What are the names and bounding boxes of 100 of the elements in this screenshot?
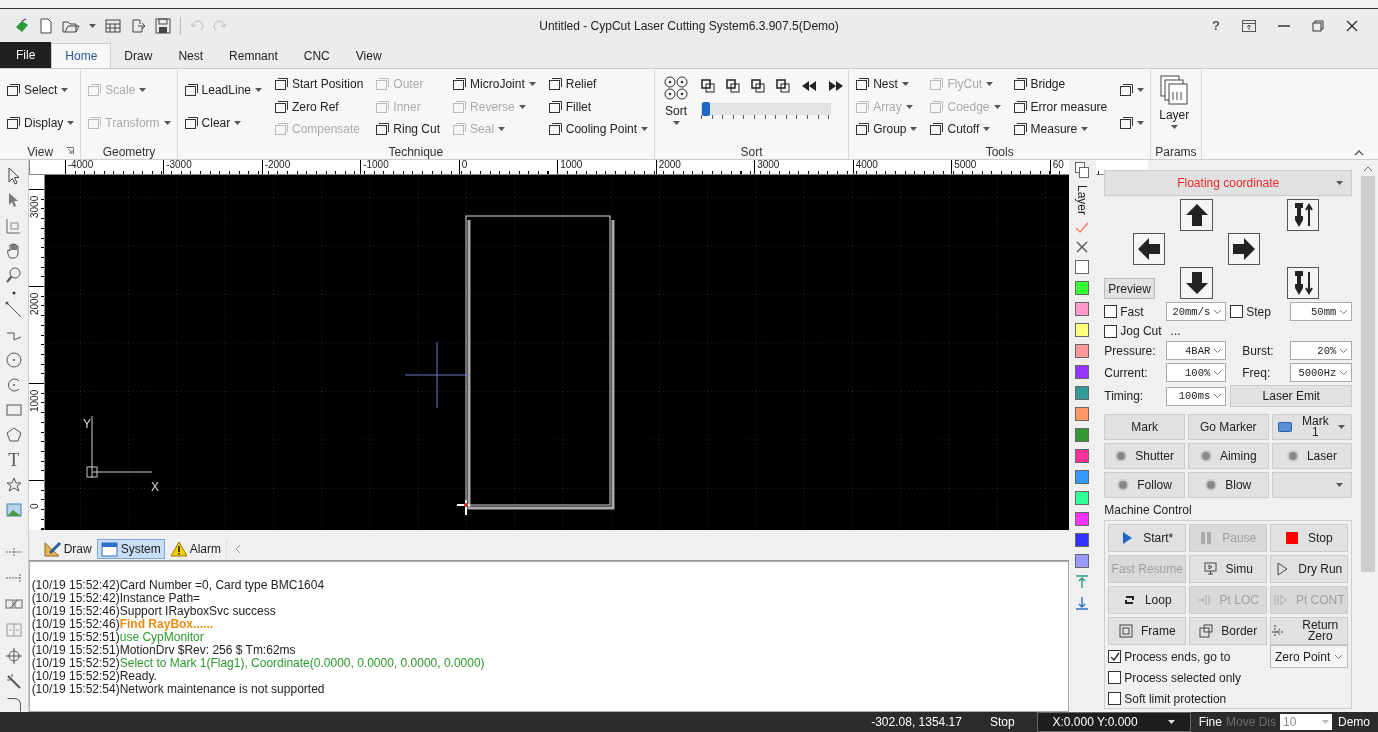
machine-control-button[interactable]: Dry Run bbox=[1270, 555, 1349, 583]
value-dropdown[interactable]: 4BAR bbox=[1166, 341, 1227, 360]
layer-swatch[interactable] bbox=[1075, 365, 1090, 380]
ruler-label: 1000 bbox=[560, 159, 583, 170]
ribbon-button[interactable]: LeadLine bbox=[181, 78, 264, 101]
layer-swatch[interactable] bbox=[1075, 512, 1090, 527]
layer-swatch[interactable] bbox=[1075, 449, 1090, 464]
layer-button[interactable]: Layer bbox=[1155, 73, 1194, 144]
checkbox[interactable]: Fast bbox=[1104, 304, 1163, 319]
machine-control-button[interactable]: Loop bbox=[1108, 586, 1187, 614]
line-tool-icon bbox=[3, 300, 24, 320]
machine-state: Stop bbox=[988, 715, 1016, 729]
z-up-button[interactable] bbox=[1287, 199, 1320, 231]
output-toggle-button[interactable]: Shutter bbox=[1104, 443, 1185, 469]
ribbon-button[interactable]: Bridge bbox=[1010, 73, 1110, 96]
split-icon bbox=[3, 620, 24, 640]
checkbox[interactable]: Soft limit protection bbox=[1108, 691, 1227, 706]
layer-swatch[interactable] bbox=[1075, 533, 1090, 548]
ribbon-button[interactable]: Relief bbox=[545, 73, 651, 96]
sort-button[interactable]: Sort bbox=[659, 73, 694, 144]
machine-control-button[interactable]: Start* bbox=[1108, 524, 1187, 552]
layer-swatch[interactable] bbox=[1075, 554, 1090, 569]
layer-swatch[interactable] bbox=[1075, 491, 1090, 506]
laser-emit-button[interactable]: Laser Emit bbox=[1230, 385, 1353, 407]
jog-left-button[interactable] bbox=[1133, 233, 1166, 265]
file-menu-button[interactable]: File bbox=[0, 42, 52, 69]
drawing-canvas[interactable]: Y X bbox=[44, 175, 1069, 530]
caret-icon bbox=[518, 104, 526, 109]
layer-swatch[interactable] bbox=[1075, 470, 1090, 485]
layer-swatch[interactable] bbox=[1075, 323, 1090, 338]
layer-swatch[interactable] bbox=[1075, 386, 1090, 401]
value-dropdown[interactable]: 50mm bbox=[1290, 302, 1353, 321]
layer-swatch[interactable] bbox=[1075, 407, 1090, 422]
ribbon-button[interactable]: Nest bbox=[853, 73, 920, 96]
panel-tab[interactable]: Alarm bbox=[166, 539, 224, 559]
checkbox[interactable]: Process selected only bbox=[1108, 670, 1241, 685]
machine-control-button[interactable]: Frame bbox=[1108, 617, 1187, 645]
ribbon-button[interactable]: Select bbox=[4, 78, 77, 101]
ribbon-button[interactable]: Cooling Point bbox=[545, 118, 651, 140]
value-dropdown[interactable]: 20% bbox=[1290, 341, 1353, 360]
value-dropdown[interactable]: 5000Hz bbox=[1290, 363, 1353, 382]
z-down-button[interactable] bbox=[1287, 267, 1320, 299]
caret-icon bbox=[1170, 125, 1178, 130]
machine-control-button[interactable]: Simu bbox=[1189, 555, 1268, 583]
ribbon-button[interactable]: Error measure bbox=[1010, 95, 1110, 118]
ribbon-button[interactable]: Start Position bbox=[272, 73, 366, 96]
ribbon-button[interactable]: Measure bbox=[1010, 118, 1110, 140]
checkbox[interactable]: Jog Cut bbox=[1104, 324, 1162, 338]
ribbon-tab[interactable]: Nest bbox=[165, 44, 217, 69]
checkbox[interactable]: Process ends, go to bbox=[1108, 649, 1231, 664]
marker-button[interactable]: Mark bbox=[1104, 414, 1185, 440]
tool-icon bbox=[1012, 77, 1027, 92]
position-dropdown[interactable]: X:0.000 Y:0.000 bbox=[1036, 712, 1191, 732]
dialog-launcher-icon[interactable] bbox=[66, 147, 75, 155]
marker-dropdown[interactable]: Mark 1 bbox=[1271, 414, 1353, 440]
output-toggle-button[interactable]: Aiming bbox=[1187, 443, 1269, 469]
jog-down-button[interactable] bbox=[1180, 267, 1214, 299]
ribbon-button[interactable]: Fillet bbox=[545, 95, 651, 118]
sort-slider[interactable] bbox=[701, 103, 832, 116]
ribbon-tab[interactable]: Home bbox=[51, 43, 112, 69]
ribbon-tab[interactable]: CNC bbox=[290, 44, 343, 69]
ribbon-tab[interactable]: View bbox=[342, 44, 395, 69]
part-outline[interactable] bbox=[465, 215, 615, 510]
panel-tab[interactable]: Draw bbox=[40, 539, 95, 559]
jog-up-button[interactable] bbox=[1180, 199, 1214, 231]
preview-button[interactable]: Preview bbox=[1104, 278, 1155, 299]
help-button[interactable]: ? bbox=[1212, 18, 1220, 34]
output-toggle-button[interactable]: Follow bbox=[1104, 472, 1185, 498]
layer-swatch[interactable] bbox=[1075, 302, 1090, 317]
scrollbar-thumb[interactable] bbox=[1361, 176, 1376, 572]
layer-swatch[interactable] bbox=[1075, 281, 1090, 296]
ribbon-button[interactable]: Cutoff bbox=[927, 118, 1003, 140]
end-position-dropdown[interactable]: Zero Point bbox=[1269, 645, 1349, 668]
machine-control-button[interactable]: Stop bbox=[1270, 524, 1349, 552]
value-dropdown[interactable]: 100% bbox=[1166, 363, 1227, 382]
panel-tab[interactable]: System bbox=[96, 539, 165, 559]
value-dropdown[interactable]: 20mm/s bbox=[1166, 302, 1227, 321]
layer-swatch[interactable] bbox=[1075, 428, 1090, 443]
checkbox[interactable]: Step bbox=[1230, 304, 1287, 319]
marker-button[interactable]: Go Marker bbox=[1187, 414, 1269, 440]
ribbon-tab[interactable]: Remnant bbox=[216, 44, 291, 69]
ribbon-button[interactable]: Zero Ref bbox=[272, 95, 366, 118]
ribbon-button[interactable]: Group bbox=[853, 118, 920, 140]
value-dropdown[interactable]: 100ms bbox=[1166, 386, 1227, 406]
output-toggle-button[interactable]: Laser bbox=[1271, 443, 1353, 469]
ribbon-button[interactable]: MicroJoint bbox=[450, 73, 538, 96]
output-toggle-button[interactable]: Blow bbox=[1187, 472, 1269, 498]
ribbon-button[interactable]: Display bbox=[4, 112, 77, 135]
layer-swatch[interactable] bbox=[1075, 344, 1090, 359]
slider-thumb[interactable] bbox=[702, 102, 711, 117]
more-button[interactable]: ... bbox=[1164, 324, 1181, 338]
machine-control-button[interactable]: Border bbox=[1189, 617, 1268, 645]
layer-swatch[interactable] bbox=[1075, 260, 1090, 275]
ribbon-tab[interactable]: Draw bbox=[111, 44, 166, 69]
ribbon-button[interactable]: Ring Cut bbox=[373, 118, 443, 140]
text-tool-button[interactable]: T bbox=[8, 450, 20, 470]
jog-right-button[interactable] bbox=[1228, 233, 1261, 265]
ribbon-button[interactable]: Clear bbox=[181, 112, 264, 135]
ruler-label: 60 bbox=[1052, 159, 1064, 170]
machine-control-button[interactable]: Return Zero bbox=[1270, 617, 1349, 645]
